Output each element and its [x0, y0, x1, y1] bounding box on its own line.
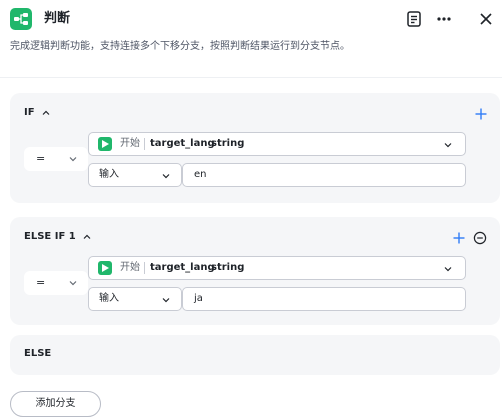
variable-name: target_lang	[150, 138, 215, 149]
chevron-up-icon[interactable]	[41, 108, 51, 118]
value-text: en	[194, 169, 207, 180]
page-title: 判断	[44, 11, 71, 26]
variable-source: 开始	[120, 262, 140, 273]
operator-select[interactable]: =	[24, 271, 88, 295]
variable-select[interactable]: 开始 target_lang string	[88, 256, 466, 280]
else-branch-section: ELSE	[10, 335, 500, 375]
branch-label: ELSE	[24, 348, 52, 359]
value-input[interactable]: en	[182, 163, 466, 187]
operator-value: =	[36, 152, 46, 165]
variable-name: target_lang	[150, 262, 215, 273]
notes-icon[interactable]	[404, 9, 424, 29]
add-branch-button[interactable]: 添加分支	[10, 391, 101, 417]
input-mode-value: 输入	[99, 293, 119, 304]
separator	[144, 138, 145, 150]
chevron-down-icon	[69, 157, 77, 162]
play-icon	[98, 137, 112, 151]
else-if-branch-section: ELSE IF 1 = 开始 target_lang string 输入 ja	[10, 217, 500, 325]
branch-label: ELSE IF 1	[24, 231, 76, 242]
variable-type: string	[211, 262, 245, 273]
branch-node-icon	[10, 8, 32, 30]
chevron-down-icon	[162, 298, 170, 303]
chevron-down-icon	[162, 174, 170, 179]
play-icon	[98, 261, 112, 275]
node-description: 完成逻辑判断功能，支持连接多个下移分支，按照判断结果运行到分支节点。	[10, 41, 350, 52]
chevron-down-icon	[444, 267, 452, 272]
value-input[interactable]: ja	[182, 287, 466, 311]
operator-select[interactable]: =	[24, 147, 88, 171]
variable-type: string	[211, 138, 245, 149]
operator-value: =	[36, 276, 46, 289]
if-branch-section: IF = 开始 target_lang string 输入 en	[10, 93, 500, 203]
separator	[144, 262, 145, 274]
value-text: ja	[194, 293, 203, 304]
divider	[0, 77, 502, 78]
branch-label: IF	[24, 107, 35, 118]
add-condition-icon[interactable]	[452, 231, 466, 245]
variable-source: 开始	[120, 138, 140, 149]
variable-select[interactable]: 开始 target_lang string	[88, 132, 466, 156]
remove-branch-icon[interactable]	[473, 231, 487, 245]
input-mode-select[interactable]: 输入	[88, 287, 182, 311]
chevron-up-icon[interactable]	[82, 232, 92, 242]
branch-header[interactable]: IF	[24, 106, 51, 120]
add-condition-icon[interactable]	[474, 107, 488, 121]
node-header: 判断	[0, 0, 502, 40]
chevron-down-icon	[444, 143, 452, 148]
more-icon[interactable]	[434, 9, 454, 29]
close-icon[interactable]	[476, 9, 496, 29]
branch-header[interactable]: ELSE IF 1	[24, 230, 92, 244]
chevron-down-icon	[69, 281, 77, 286]
input-mode-select[interactable]: 输入	[88, 163, 182, 187]
input-mode-value: 输入	[99, 169, 119, 180]
